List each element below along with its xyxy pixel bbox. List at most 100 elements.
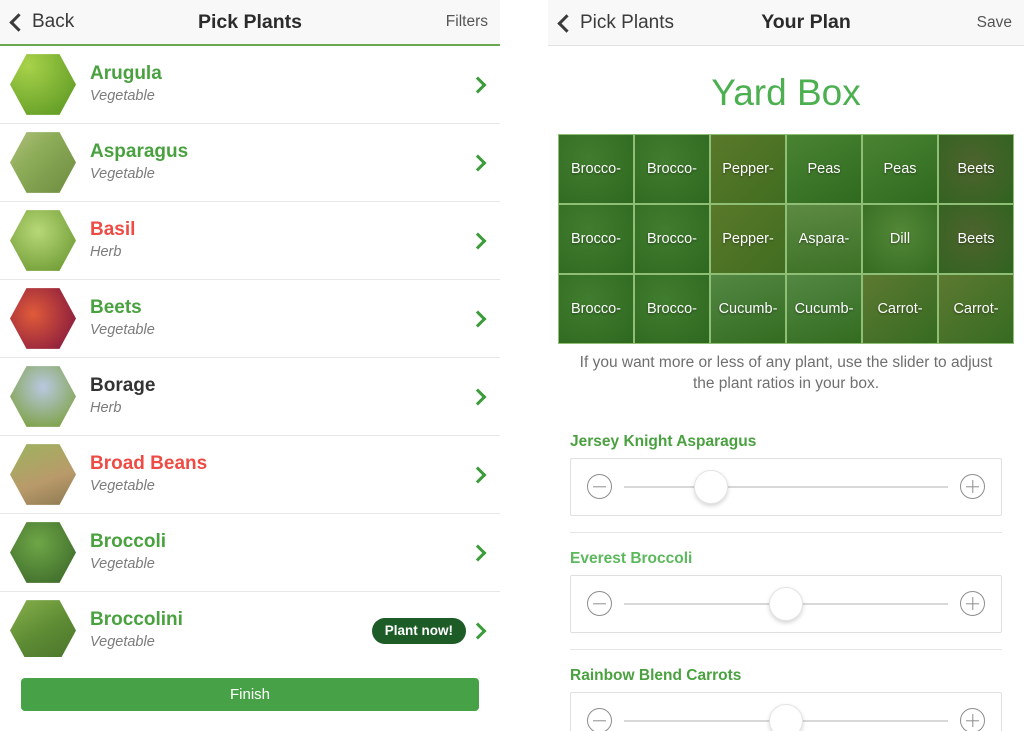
back-to-pick-plants-button[interactable]: Pick Plants [557,12,674,34]
garden-cell[interactable]: Dill [863,205,937,273]
plant-list-item[interactable]: Broccoli Vegetable [0,514,500,592]
slider-control[interactable] [570,574,1002,633]
slider-track-area[interactable] [624,703,948,731]
finish-button[interactable]: Finish [21,677,479,711]
garden-cell-label: Carrot- [953,301,999,317]
garden-cell[interactable]: Cucumb- [787,275,861,343]
plant-info: Broad Beans Vegetable [90,453,472,496]
pick-plants-panel: Back Pick Plants Filters Arugula Vegetabl… [0,0,500,731]
plant-list-item[interactable]: Asparagus Vegetable [0,124,500,202]
save-button[interactable]: Save [977,14,1012,32]
plant-info: Basil Herb [90,219,472,262]
garden-grid[interactable]: Brocco- Brocco- Pepper- Peas Peas Beets Brocco… [558,134,1014,344]
garden-cell-label: Cucumb- [794,301,854,317]
chevron-right-icon[interactable] [469,232,487,249]
garden-cell[interactable]: Beets [939,135,1013,203]
plus-circle-icon[interactable] [960,474,985,500]
plant-thumbnail-icon [10,522,76,583]
chevron-right-icon[interactable] [469,466,487,483]
garden-cell[interactable]: Carrot- [863,275,937,343]
minus-circle-icon[interactable] [587,474,612,500]
chevron-right-icon[interactable] [469,544,487,561]
chevron-right-icon[interactable] [469,388,487,405]
your-plan-nav-bar: Pick Plants Your Plan Save [548,0,1024,46]
plant-list-item[interactable]: Borage Herb [0,358,500,436]
plant-category: Vegetable [90,633,155,650]
slider-thumb[interactable] [769,703,803,731]
chevron-right-icon[interactable] [469,310,487,327]
slider-block: Everest Broccoli [570,531,1002,649]
slider-block: Jersey Knight Asparagus [570,433,1002,532]
garden-cell[interactable]: Carrot- [939,275,1013,343]
garden-cell[interactable]: Brocco- [635,275,709,343]
filters-button[interactable]: Filters [446,13,488,31]
garden-cell[interactable]: Brocco- [559,135,633,203]
plus-circle-icon[interactable] [960,708,985,731]
plant-list[interactable]: Arugula Vegetable Asparagus Vegetable Basil H… [0,46,500,731]
slider-block: Rainbow Blend Carrots [570,648,1002,731]
garden-cell[interactable]: Peas [787,135,861,203]
plant-list-item[interactable]: Arugula Vegetable [0,46,500,124]
slider-control[interactable] [570,691,1002,731]
garden-cell[interactable]: Brocco- [635,205,709,273]
back-button-label: Back [32,11,75,32]
garden-cell[interactable]: Pepper- [711,135,785,203]
chevron-right-icon[interactable] [469,76,487,93]
plant-thumbnail-icon [10,366,76,427]
plant-ratio-sliders: Jersey Knight Asparagus Everest Broccoli R… [548,433,1024,731]
plant-category: Vegetable [90,321,155,338]
plant-thumbnail-icon [10,444,76,505]
chevron-right-icon[interactable] [469,622,487,639]
garden-cell[interactable]: Aspara- [787,205,861,273]
minus-circle-icon[interactable] [587,591,612,617]
garden-cell[interactable]: Beets [939,205,1013,273]
page-title: Pick Plants [197,10,303,33]
garden-cell-label: Pepper- [722,231,774,247]
garden-cell-label: Cucumb- [718,301,778,317]
plant-list-item[interactable]: Beets Vegetable [0,280,500,358]
plant-name: Beets [90,297,142,319]
app-screen: Back Pick Plants Filters Arugula Vegetabl… [0,0,1024,731]
garden-cell[interactable]: Brocco- [635,135,709,203]
chevron-left-icon [9,13,28,32]
garden-cell[interactable]: Cucumb- [711,275,785,343]
plant-info: Arugula Vegetable [90,63,472,106]
garden-cell-label: Peas [883,161,917,177]
plant-list-item[interactable]: Broad Beans Vegetable [0,436,500,514]
chevron-right-icon[interactable] [469,154,487,171]
back-button[interactable]: Back [9,11,75,33]
plant-category: Herb [90,399,122,416]
plant-name: Borage [90,375,156,397]
plant-thumbnail-icon [10,54,76,115]
garden-cell-label: Brocco- [571,161,621,177]
slider-hint-text: If you want more or less of any plant, u… [579,354,993,392]
garden-cell-label: Pepper- [722,161,774,177]
slider-track [624,485,948,488]
plant-name: Asparagus [90,141,189,163]
plant-thumbnail-icon [10,210,76,271]
plus-circle-icon[interactable] [960,591,985,617]
garden-cell-label: Beets [957,161,995,177]
minus-circle-icon[interactable] [587,708,612,731]
garden-cell[interactable]: Brocco- [559,205,633,273]
slider-track-area[interactable] [624,469,948,505]
garden-cell-label: Dill [889,231,911,247]
garden-cell[interactable]: Brocco- [559,275,633,343]
garden-cell-label: Brocco- [571,231,621,247]
plant-now-badge: Plant now! [371,617,466,644]
plant-info: Beets Vegetable [90,297,472,340]
plant-name: Broad Beans [90,453,208,475]
slider-control[interactable] [570,457,1002,516]
slider-thumb[interactable] [694,469,729,504]
garden-cell-label: Peas [807,161,841,177]
plant-info: Broccoli Vegetable [90,531,472,574]
garden-cell[interactable]: Pepper- [711,205,785,273]
slider-thumb[interactable] [769,586,803,621]
garden-cell-label: Brocco- [647,231,697,247]
garden-cell[interactable]: Peas [863,135,937,203]
finish-bar: Finish [0,657,500,731]
plant-list-item[interactable]: Basil Herb [0,202,500,280]
plant-thumbnail-icon [10,600,76,661]
slider-track-area[interactable] [624,586,948,622]
plant-info: Asparagus Vegetable [90,141,472,184]
